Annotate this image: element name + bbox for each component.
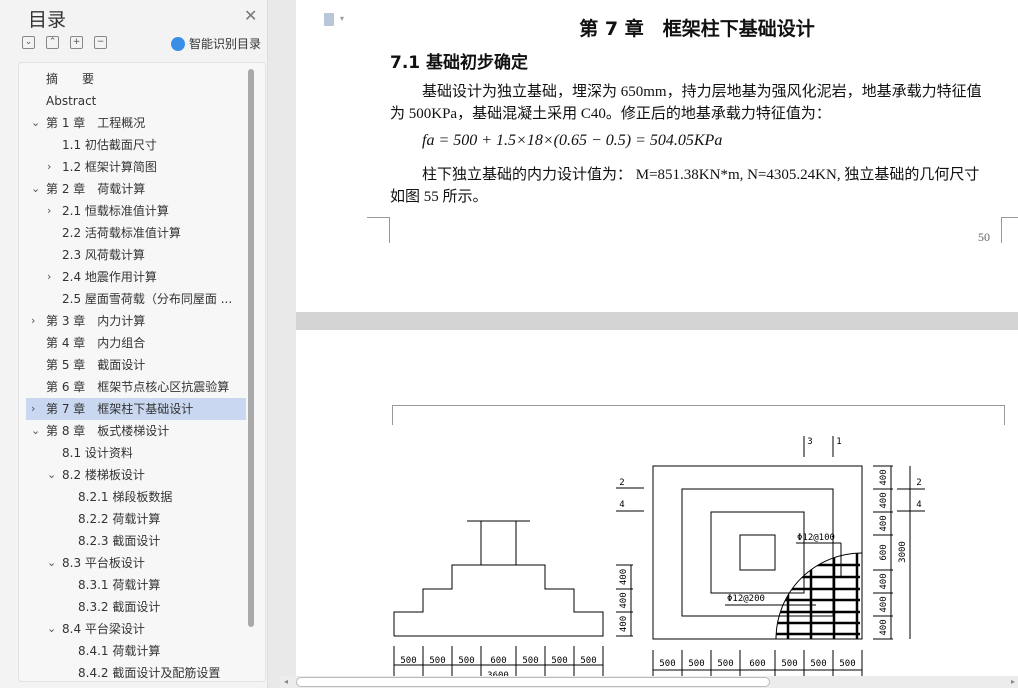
toc-list: 摘 要 Abstract ⌄ 第 1 章 工程概况 1.1 初估截面尺寸 › 1.2 框架计… [18,62,266,682]
toc-item[interactable]: 2.3 风荷载计算 [26,244,246,266]
toc-item-label: 摘 要 [46,72,95,86]
toc-item[interactable]: 8.3.1 荷载计算 [26,574,246,596]
scroll-thumb[interactable] [296,677,770,687]
page-header-mark [392,405,1005,425]
chevron-right-icon[interactable]: › [31,310,35,332]
paragraph-line: 柱下独立基础的内力设计值为： M=851.38KN*m, N=4305.24KN… [422,167,980,183]
paragraph-line: 如图 55 所示。 [390,189,488,205]
paragraph-line: 基础设计为独立基础，埋深为 650mm，持力层地基为强风化泥岩，地基承载力特征值 [422,84,982,100]
chevron-down-icon[interactable]: ⌄ [47,464,56,486]
toc-item-label: 第 7 章 框架柱下基础设计 [46,402,194,416]
toc-item[interactable]: 8.4.1 荷载计算 [26,640,246,662]
toc-item[interactable]: ⌄ 8.3 平台板设计 [26,552,246,574]
toc-item-label: 8.1 设计资料 [62,446,133,460]
toc-item-label: 8.2.2 荷载计算 [78,512,161,526]
toc-item[interactable]: 8.2.3 截面设计 [26,530,246,552]
toc-item-label: 8.4.2 截面设计及配筋设置 [78,666,221,680]
toc-item-label: 8.3 平台板设计 [62,556,145,570]
toc-item-label: 1.1 初估截面尺寸 [62,138,157,152]
toc-item-label: 第 3 章 内力计算 [46,314,146,328]
toc-item[interactable]: 第 6 章 框架节点核心区抗震验算 [26,376,246,398]
toc-item-label: 8.3.2 截面设计 [78,600,161,614]
toc-item-label: 第 6 章 框架节点核心区抗震验算 [46,380,230,394]
toc-item[interactable]: 第 4 章 内力组合 [26,332,246,354]
chevron-down-icon[interactable]: ⌄ [31,178,40,200]
collapse-all-icon[interactable]: ⌄ [22,36,35,49]
toc-item-label: 8.2.1 梯段板数据 [78,490,173,504]
page-51 [296,330,1018,676]
toc-item[interactable]: 2.5 屋面雪荷载（分布同屋面 ... [26,288,246,310]
toc-item[interactable]: 8.4.2 截面设计及配筋设置 [26,662,246,681]
page-50: ▾ 第 7 章 框架柱下基础设计 7.1 基础初步确定 基础设计为独立基础，埋深… [296,0,1018,312]
toc-item-label: 2.3 风荷载计算 [62,248,145,262]
chevron-right-icon[interactable]: › [47,266,51,288]
toc-item[interactable]: ⌄ 8.4 平台梁设计 [26,618,246,640]
plus-icon[interactable]: + [70,36,83,49]
chevron-right-icon[interactable]: › [47,200,51,222]
toc-item-label: 8.3.1 荷载计算 [78,578,161,592]
toc-item-label: 第 2 章 荷载计算 [46,182,146,196]
scroll-left-icon[interactable]: ◂ [284,677,288,686]
toc-item-label: 第 4 章 内力组合 [46,336,146,350]
toc-item[interactable]: › 1.2 框架计算简图 [26,156,246,178]
toc-item[interactable]: 8.3.2 截面设计 [26,596,246,618]
toc-item[interactable]: 第 5 章 截面设计 [26,354,246,376]
toc-item[interactable]: 8.2.2 荷载计算 [26,508,246,530]
toc-item[interactable]: › 2.1 恒载标准值计算 [26,200,246,222]
toc-item[interactable]: › 第 7 章 框架柱下基础设计 [26,398,246,420]
chevron-down-icon[interactable]: ⌄ [47,552,56,574]
toc-item[interactable]: Abstract [26,90,246,112]
toc-sidebar: 目录 ✕ ⌄ ⌃ + − 智能识别目录 摘 要 Abstract ⌄ 第 1 章 工程… [0,0,268,688]
chevron-down-icon[interactable]: ⌄ [31,112,40,134]
chapter-title: 第 7 章 框架柱下基础设计 [579,18,815,40]
toc-item[interactable]: 2.2 活荷载标准值计算 [26,222,246,244]
toc-item-label: 第 8 章 板式楼梯设计 [46,424,170,438]
paragraph-line: 为 500KPa，基础混凝土采用 C40。修正后的地基承载力特征值为： [390,106,831,122]
toc-item[interactable]: ⌄ 第 2 章 荷载计算 [26,178,246,200]
scroll-right-icon[interactable]: ▸ [1011,677,1015,686]
toc-item[interactable]: 摘 要 [26,68,246,90]
toc-item-label: Abstract [46,94,97,108]
chevron-right-icon[interactable]: › [47,156,51,178]
page-corner-mark [367,217,390,243]
toc-item-label: 第 1 章 工程概况 [46,116,146,130]
page-number: 50 [978,230,990,244]
smart-icon [171,36,185,51]
chevron-down-icon[interactable]: ⌄ [31,420,40,442]
toc-item[interactable]: 8.2.1 梯段板数据 [26,486,246,508]
toc-item-label: 8.2 楼梯板设计 [62,468,145,482]
minus-icon[interactable]: − [94,36,107,49]
toc-item-label: 第 5 章 截面设计 [46,358,146,372]
smart-toc-button[interactable]: 智能识别目录 [171,35,261,52]
toc-item-label: 2.5 屋面雪荷载（分布同屋面 ... [62,292,233,306]
toc-item-label: 8.4 平台梁设计 [62,622,145,636]
toc-item-label: 8.2.3 截面设计 [78,534,161,548]
toc-item-label: 2.4 地震作用计算 [62,270,157,284]
close-icon[interactable]: ✕ [244,6,257,25]
expand-up-icon[interactable]: ⌃ [46,36,59,49]
smart-toc-label: 智能识别目录 [189,37,262,51]
gutter [268,0,296,688]
page-corner-mark [1001,217,1018,243]
toc-item[interactable]: › 2.4 地震作用计算 [26,266,246,288]
chevron-right-icon[interactable]: › [31,398,35,420]
toc-item-label: 8.4.1 荷载计算 [78,644,161,658]
formula: fa = 500 + 1.5×18×(0.65 − 0.5) = 504.05K… [422,132,723,149]
toc-item[interactable]: ⌄ 第 8 章 板式楼梯设计 [26,420,246,442]
toc-item-label: 2.2 活荷载标准值计算 [62,226,181,240]
toc-item[interactable]: ⌄ 8.2 楼梯板设计 [26,464,246,486]
toc-item[interactable]: 8.1 设计资料 [26,442,246,464]
horizontal-scrollbar[interactable]: ◂ ▸ [280,676,1018,688]
toc-item-label: 2.1 恒载标准值计算 [62,204,169,218]
toc-item-label: 1.2 框架计算简图 [62,160,157,174]
toc-item[interactable]: › 第 3 章 内力计算 [26,310,246,332]
section-title: 7.1 基础初步确定 [390,53,529,73]
toc-item[interactable]: 1.1 初估截面尺寸 [26,134,246,156]
chevron-down-icon[interactable]: ⌄ [47,618,56,640]
sidebar-title: 目录 [28,9,67,31]
toc-item[interactable]: ⌄ 第 1 章 工程概况 [26,112,246,134]
toc-scrollbar[interactable] [248,69,254,627]
